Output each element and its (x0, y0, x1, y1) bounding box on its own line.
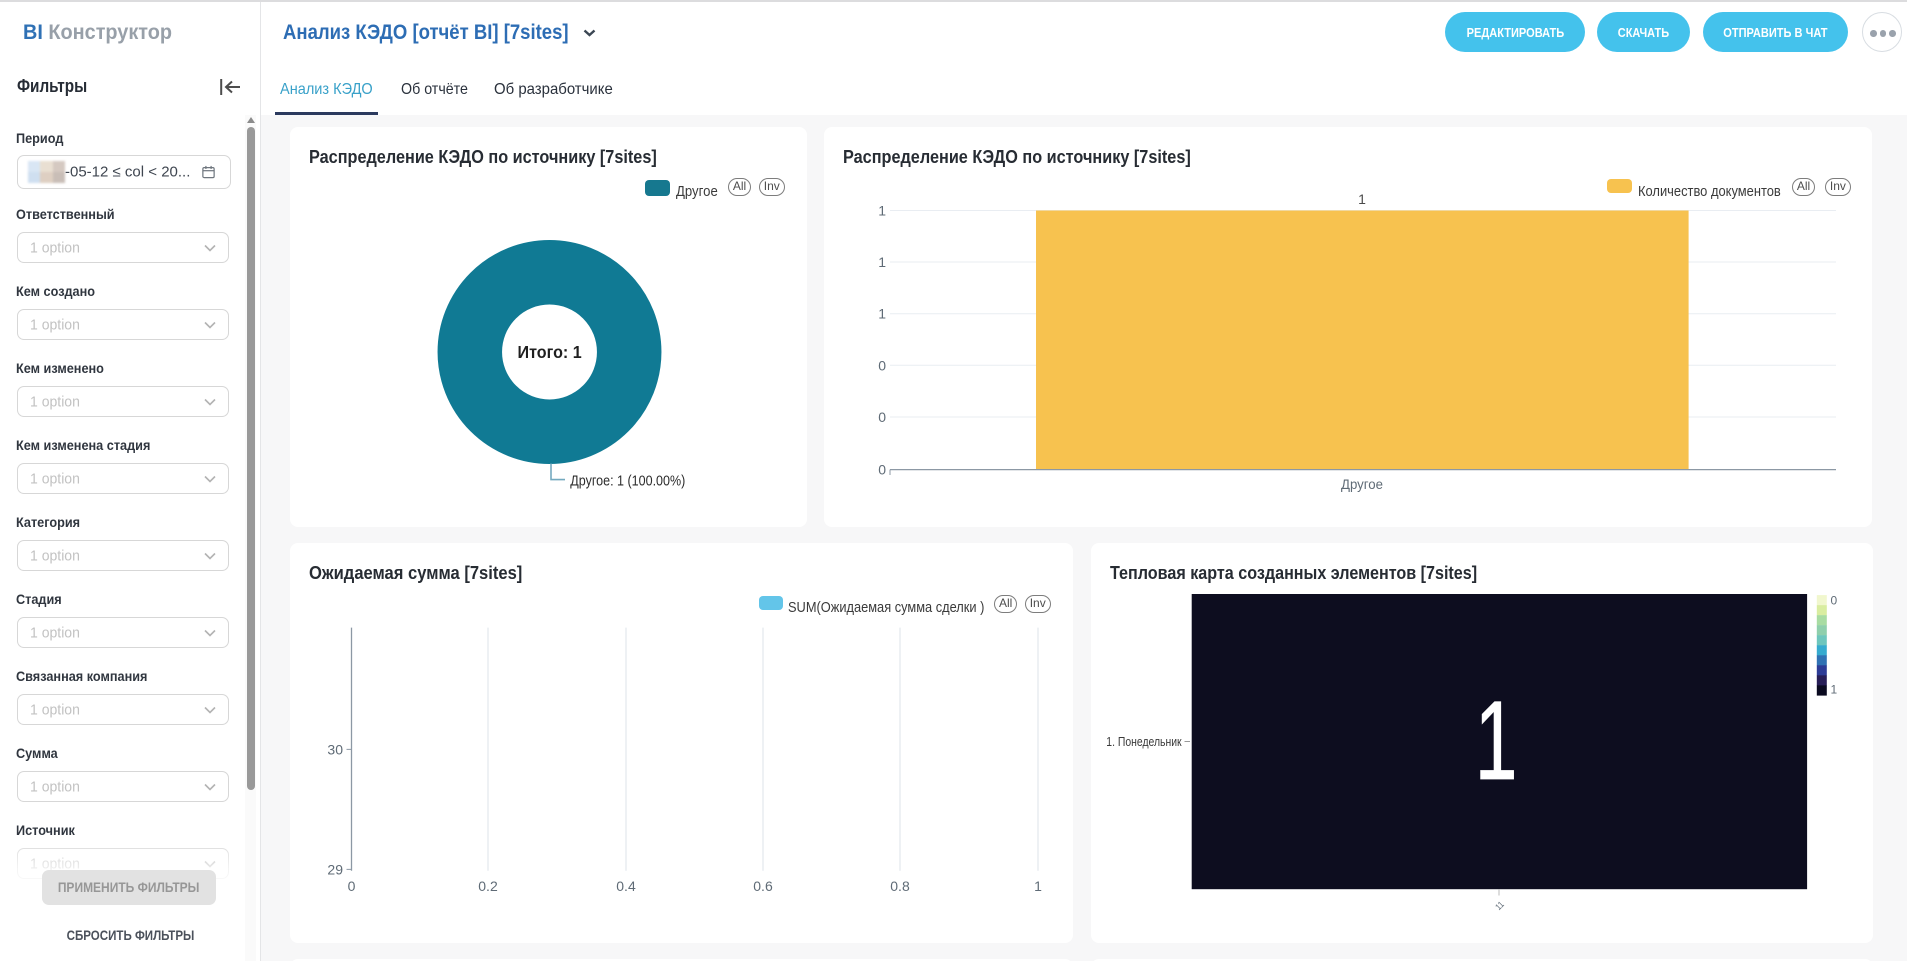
svg-text:0.4: 0.4 (616, 878, 636, 894)
svg-text:1: 1 (878, 254, 886, 270)
svg-text:1: 1 (878, 203, 886, 219)
svg-text:1: 1 (1358, 191, 1366, 207)
svg-text:Итого: 1: Итого: 1 (518, 342, 582, 362)
svg-text:0.2: 0.2 (478, 878, 498, 894)
svg-text:1. Понедельник: 1. Понедельник (1106, 734, 1182, 749)
svg-text:0: 0 (1831, 593, 1838, 607)
svg-text:0: 0 (878, 409, 886, 425)
svg-text:Другое: 1 (100.00%): Другое: 1 (100.00%) (570, 473, 685, 489)
svg-text:30: 30 (327, 741, 343, 757)
svg-text:Другое: Другое (1341, 476, 1383, 492)
svg-text:0: 0 (348, 878, 356, 894)
svg-text:1: 1 (1034, 878, 1042, 894)
svg-text:11: 11 (1493, 899, 1506, 912)
svg-text:29: 29 (327, 861, 343, 877)
svg-text:0: 0 (878, 357, 886, 373)
svg-text:0: 0 (878, 462, 886, 478)
svg-text:1: 1 (1475, 679, 1518, 804)
svg-text:0.6: 0.6 (753, 878, 773, 894)
svg-text:1: 1 (1831, 683, 1838, 697)
svg-text:1: 1 (878, 306, 886, 322)
svg-text:0.8: 0.8 (890, 878, 910, 894)
